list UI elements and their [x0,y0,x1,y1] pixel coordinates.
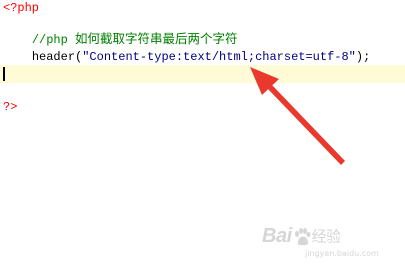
watermark-brand-left: Bai [262,225,292,247]
baidu-jingyan-watermark: Bai 经验 [262,222,341,250]
red-pointer-arrow-icon [250,67,345,165]
baidu-paw-icon [294,227,311,245]
watermark-url: jingyan.baidu.com [305,249,379,258]
watermark-brand-right: 经验 [311,227,342,246]
